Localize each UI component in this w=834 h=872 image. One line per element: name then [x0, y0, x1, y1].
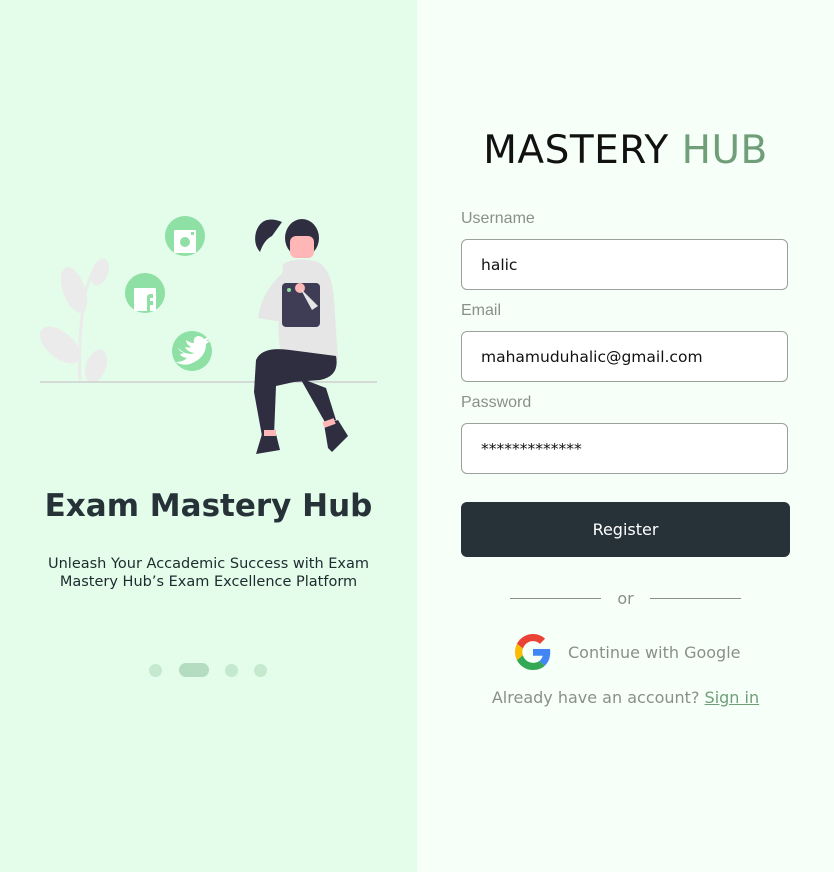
carousel-dot-3[interactable] [225, 664, 238, 677]
divider-line-right [650, 598, 741, 599]
signin-link[interactable]: Sign in [705, 688, 760, 707]
username-label: Username [461, 210, 535, 227]
register-button[interactable]: Register [461, 502, 790, 557]
twitter-icon [172, 331, 212, 371]
brand-part-2: HUB [681, 128, 768, 173]
carousel-dot-2-active[interactable] [179, 663, 209, 677]
register-panel: MASTERY HUB Username halic Email mahamud… [417, 0, 834, 872]
password-label: Password [461, 394, 532, 411]
email-input[interactable]: mahamuduhalic@gmail.com [461, 331, 788, 382]
hero-title: Exam Mastery Hub [44, 488, 373, 524]
carousel-dot-1[interactable] [149, 664, 162, 677]
email-label: Email [461, 302, 502, 319]
signin-row: Already have an account? Sign in [417, 688, 834, 707]
plant-decoration [39, 258, 109, 383]
brand-part-1: MASTERY [483, 128, 669, 173]
hero-illustration [39, 216, 377, 454]
google-button-label: Continue with Google [568, 642, 741, 662]
hero-subtitle: Unleash Your Accademic Success with Exam… [47, 556, 369, 590]
instagram-icon [165, 216, 205, 256]
brand-logo: MASTERY HUB [417, 128, 834, 173]
password-input[interactable]: ************* [461, 423, 788, 474]
carousel-dot-4[interactable] [254, 664, 267, 677]
facebook-icon [125, 273, 165, 313]
signin-prompt: Already have an account? [491, 688, 700, 707]
google-signin-button[interactable]: Continue with Google [515, 633, 740, 671]
username-input[interactable]: halic [461, 239, 788, 290]
google-icon [515, 634, 551, 670]
onboarding-panel: Exam Mastery Hub Unleash Your Accademic … [0, 0, 417, 872]
divider-or: or [617, 589, 634, 608]
person-figure [254, 219, 348, 454]
